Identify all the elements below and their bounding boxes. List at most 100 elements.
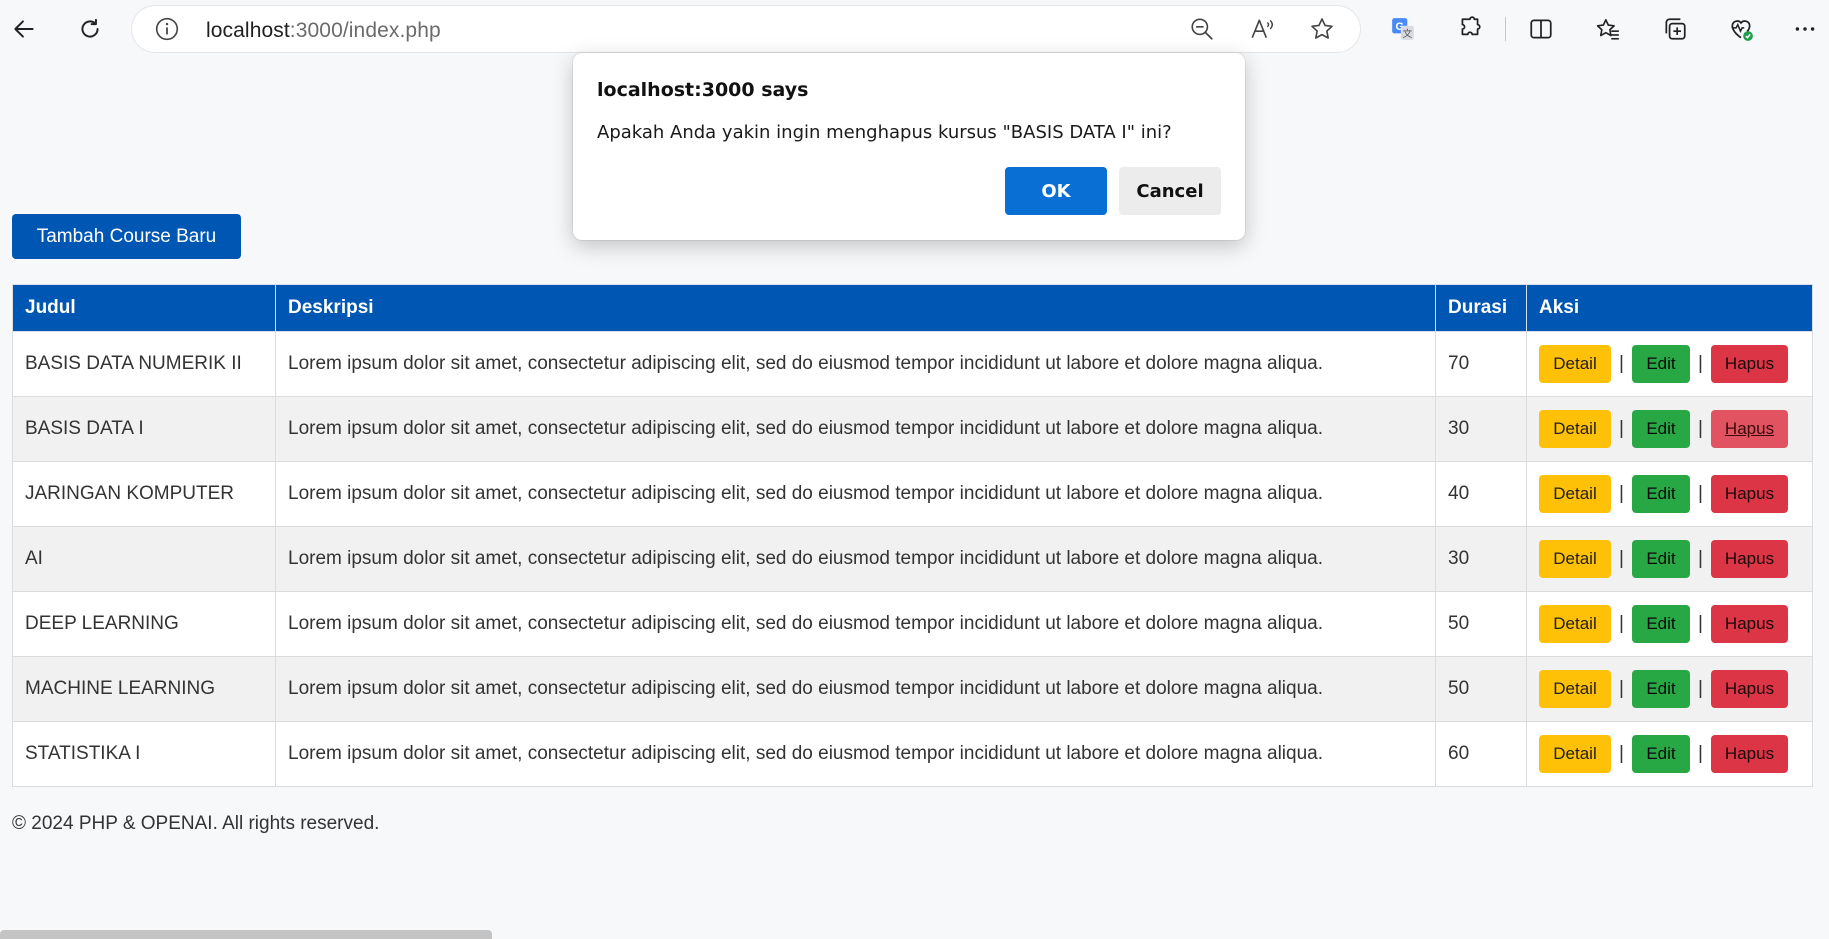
- refresh-icon[interactable]: [70, 9, 110, 49]
- cell-aksi: Detail | Edit | Hapus: [1526, 526, 1813, 592]
- header-durasi: Durasi: [1435, 284, 1527, 332]
- favorites-icon[interactable]: [1588, 9, 1628, 49]
- cancel-button[interactable]: Cancel: [1119, 167, 1221, 215]
- action-separator: |: [1698, 743, 1703, 764]
- svg-text:文: 文: [1402, 27, 1412, 40]
- table-row: AI Lorem ipsum dolor sit amet, consectet…: [12, 526, 1813, 592]
- add-course-button[interactable]: Tambah Course Baru: [12, 214, 241, 259]
- header-judul: Judul: [12, 284, 276, 332]
- table-row: DEEP LEARNING Lorem ipsum dolor sit amet…: [12, 591, 1813, 657]
- edit-button[interactable]: Edit: [1632, 475, 1690, 513]
- cell-judul: AI: [12, 526, 276, 592]
- cell-judul: MACHINE LEARNING: [12, 656, 276, 722]
- cell-durasi: 50: [1435, 591, 1527, 657]
- hapus-button[interactable]: Hapus: [1711, 540, 1788, 578]
- cell-durasi: 30: [1435, 396, 1527, 462]
- edit-button[interactable]: Edit: [1632, 410, 1690, 448]
- cell-deskripsi: Lorem ipsum dolor sit amet, consectetur …: [275, 526, 1436, 592]
- read-aloud-icon[interactable]: [1249, 16, 1275, 42]
- detail-button[interactable]: Detail: [1539, 605, 1611, 643]
- cell-durasi: 70: [1435, 331, 1527, 397]
- detail-button[interactable]: Detail: [1539, 475, 1611, 513]
- hapus-button[interactable]: Hapus: [1711, 345, 1788, 383]
- dialog-message: Apakah Anda yakin ingin menghapus kursus…: [597, 122, 1172, 143]
- edit-button[interactable]: Edit: [1632, 605, 1690, 643]
- action-separator: |: [1619, 678, 1624, 699]
- horizontal-scrollbar[interactable]: [0, 930, 492, 939]
- cell-judul: JARINGAN KOMPUTER: [12, 461, 276, 527]
- cell-deskripsi: Lorem ipsum dolor sit amet, consectetur …: [275, 656, 1436, 722]
- translate-icon[interactable]: G文: [1383, 9, 1423, 49]
- url-path: :3000/index.php: [289, 19, 441, 42]
- hapus-button[interactable]: Hapus: [1711, 410, 1788, 448]
- action-separator: |: [1698, 678, 1703, 699]
- favorite-star-icon[interactable]: [1309, 16, 1335, 42]
- detail-button[interactable]: Detail: [1539, 410, 1611, 448]
- split-screen-icon[interactable]: [1521, 9, 1561, 49]
- action-separator: |: [1698, 353, 1703, 374]
- extensions-icon[interactable]: [1450, 9, 1490, 49]
- browser-essentials-icon[interactable]: [1721, 9, 1761, 49]
- cell-durasi: 50: [1435, 656, 1527, 722]
- table-header-row: Judul Deskripsi Durasi Aksi: [12, 284, 1813, 332]
- detail-button[interactable]: Detail: [1539, 345, 1611, 383]
- cell-judul: BASIS DATA I: [12, 396, 276, 462]
- cell-judul: DEEP LEARNING: [12, 591, 276, 657]
- detail-button[interactable]: Detail: [1539, 670, 1611, 708]
- address-url[interactable]: localhost:3000/index.php: [206, 19, 441, 43]
- detail-button[interactable]: Detail: [1539, 540, 1611, 578]
- header-aksi: Aksi: [1526, 284, 1813, 332]
- table-row: BASIS DATA I Lorem ipsum dolor sit amet,…: [12, 396, 1813, 462]
- confirm-dialog: localhost:3000 says Apakah Anda yakin in…: [573, 53, 1245, 240]
- cell-durasi: 40: [1435, 461, 1527, 527]
- hapus-button[interactable]: Hapus: [1711, 735, 1788, 773]
- cell-aksi: Detail | Edit | Hapus: [1526, 396, 1813, 462]
- cell-aksi: Detail | Edit | Hapus: [1526, 721, 1813, 787]
- cell-aksi: Detail | Edit | Hapus: [1526, 331, 1813, 397]
- back-icon[interactable]: [4, 9, 44, 49]
- cell-judul: STATISTIKA I: [12, 721, 276, 787]
- cell-deskripsi: Lorem ipsum dolor sit amet, consectetur …: [275, 591, 1436, 657]
- edit-button[interactable]: Edit: [1632, 670, 1690, 708]
- header-deskripsi: Deskripsi: [275, 284, 1436, 332]
- table-row: MACHINE LEARNING Lorem ipsum dolor sit a…: [12, 656, 1813, 722]
- table-row: JARINGAN KOMPUTER Lorem ipsum dolor sit …: [12, 461, 1813, 527]
- table-row: BASIS DATA NUMERIK II Lorem ipsum dolor …: [12, 331, 1813, 397]
- action-separator: |: [1698, 483, 1703, 504]
- more-icon[interactable]: [1785, 9, 1825, 49]
- hapus-button[interactable]: Hapus: [1711, 475, 1788, 513]
- cell-deskripsi: Lorem ipsum dolor sit amet, consectetur …: [275, 461, 1436, 527]
- ok-button[interactable]: OK: [1005, 167, 1107, 215]
- page-footer: © 2024 PHP & OPENAI. All rights reserved…: [12, 813, 380, 834]
- url-host: localhost: [206, 19, 290, 42]
- action-separator: |: [1698, 613, 1703, 634]
- action-separator: |: [1619, 548, 1624, 569]
- action-separator: |: [1619, 353, 1624, 374]
- cell-aksi: Detail | Edit | Hapus: [1526, 591, 1813, 657]
- cell-deskripsi: Lorem ipsum dolor sit amet, consectetur …: [275, 721, 1436, 787]
- info-icon[interactable]: [154, 16, 180, 42]
- edit-button[interactable]: Edit: [1632, 735, 1690, 773]
- detail-button[interactable]: Detail: [1539, 735, 1611, 773]
- action-separator: |: [1619, 483, 1624, 504]
- action-separator: |: [1619, 743, 1624, 764]
- cell-aksi: Detail | Edit | Hapus: [1526, 461, 1813, 527]
- cell-aksi: Detail | Edit | Hapus: [1526, 656, 1813, 722]
- cell-durasi: 60: [1435, 721, 1527, 787]
- cell-deskripsi: Lorem ipsum dolor sit amet, consectetur …: [275, 331, 1436, 397]
- courses-table: Judul Deskripsi Durasi Aksi BASIS DATA N…: [12, 284, 1813, 787]
- edit-button[interactable]: Edit: [1632, 540, 1690, 578]
- table-row: STATISTIKA I Lorem ipsum dolor sit amet,…: [12, 721, 1813, 787]
- cell-judul: BASIS DATA NUMERIK II: [12, 331, 276, 397]
- action-separator: |: [1698, 548, 1703, 569]
- cell-deskripsi: Lorem ipsum dolor sit amet, consectetur …: [275, 396, 1436, 462]
- dialog-title: localhost:3000 says: [597, 79, 809, 101]
- edit-button[interactable]: Edit: [1632, 345, 1690, 383]
- collections-icon[interactable]: [1655, 9, 1695, 49]
- browser-toolbar: localhost:3000/index.php G文: [0, 0, 1829, 58]
- hapus-button[interactable]: Hapus: [1711, 670, 1788, 708]
- action-separator: |: [1619, 418, 1624, 439]
- address-bar[interactable]: localhost:3000/index.php: [132, 6, 1360, 52]
- hapus-button[interactable]: Hapus: [1711, 605, 1788, 643]
- zoom-out-icon[interactable]: [1189, 16, 1215, 42]
